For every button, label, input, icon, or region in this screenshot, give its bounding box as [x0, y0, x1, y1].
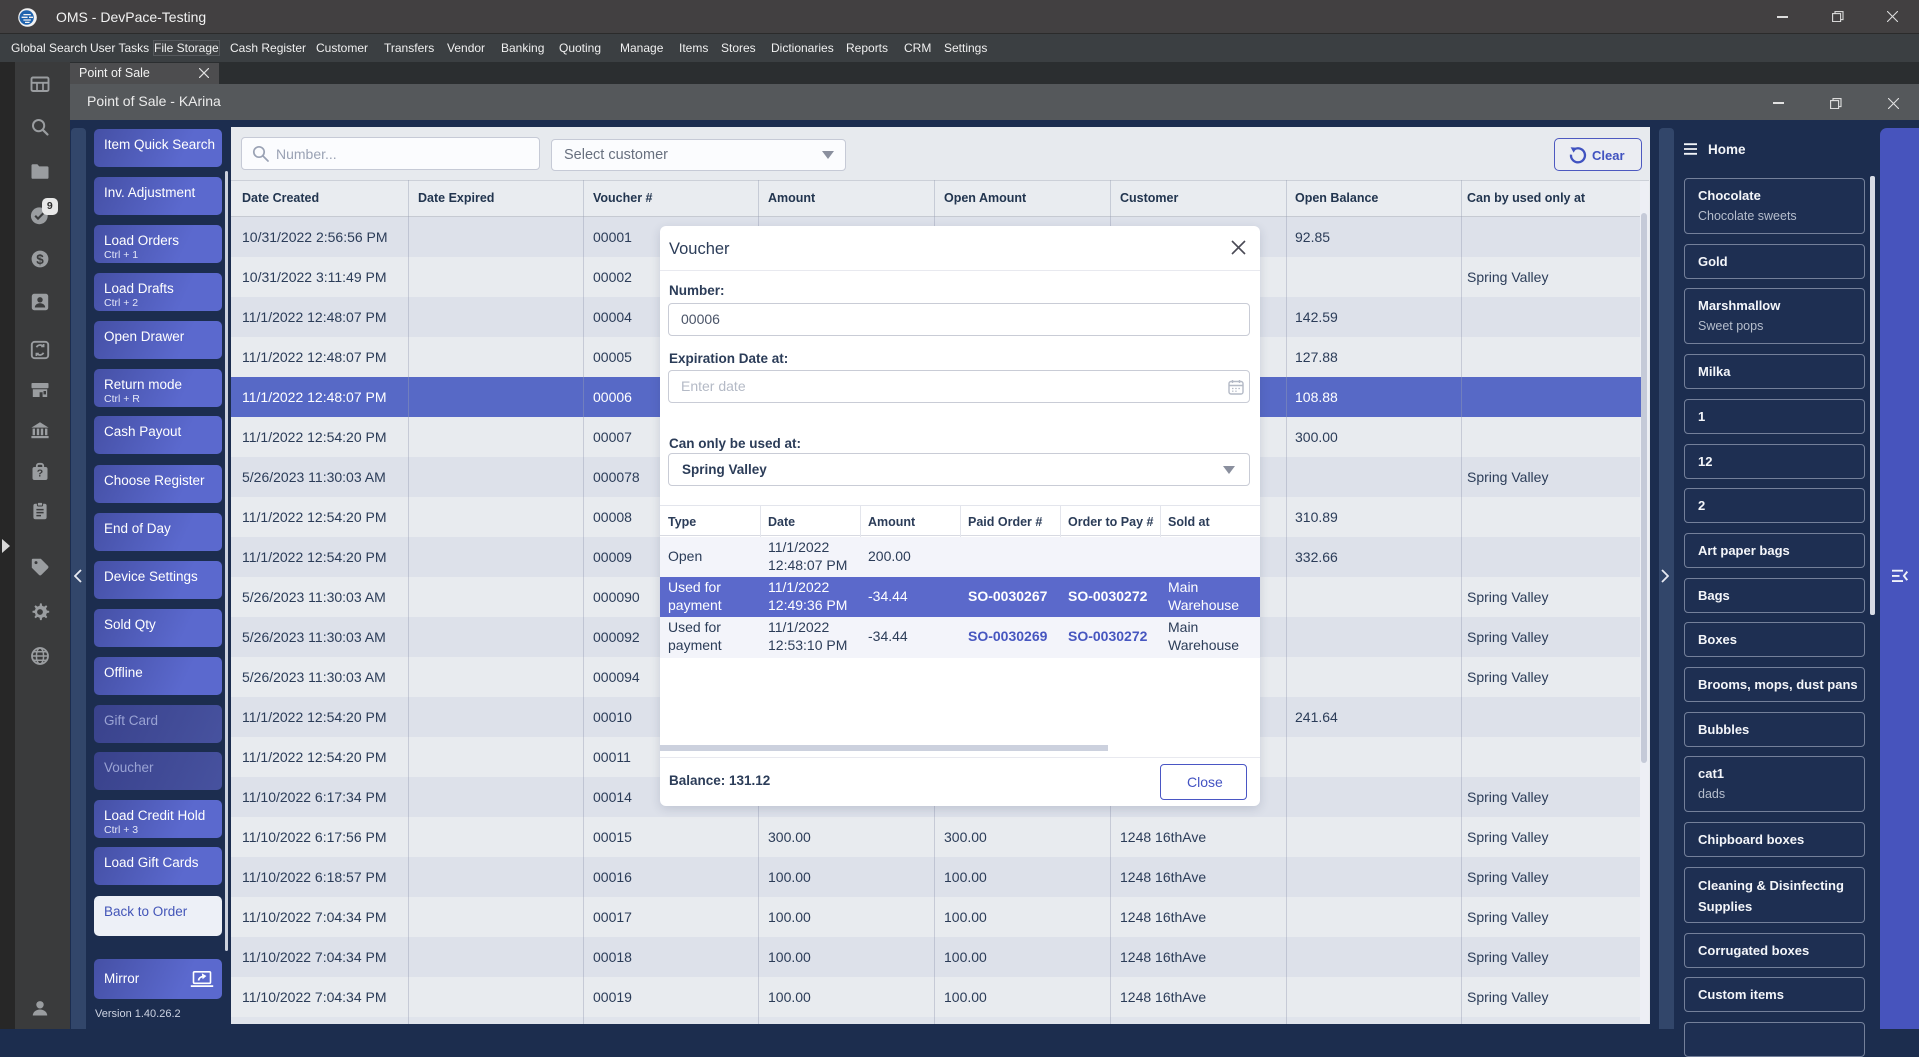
svg-text:?: ?	[37, 468, 43, 480]
svg-text:$: $	[36, 252, 44, 267]
